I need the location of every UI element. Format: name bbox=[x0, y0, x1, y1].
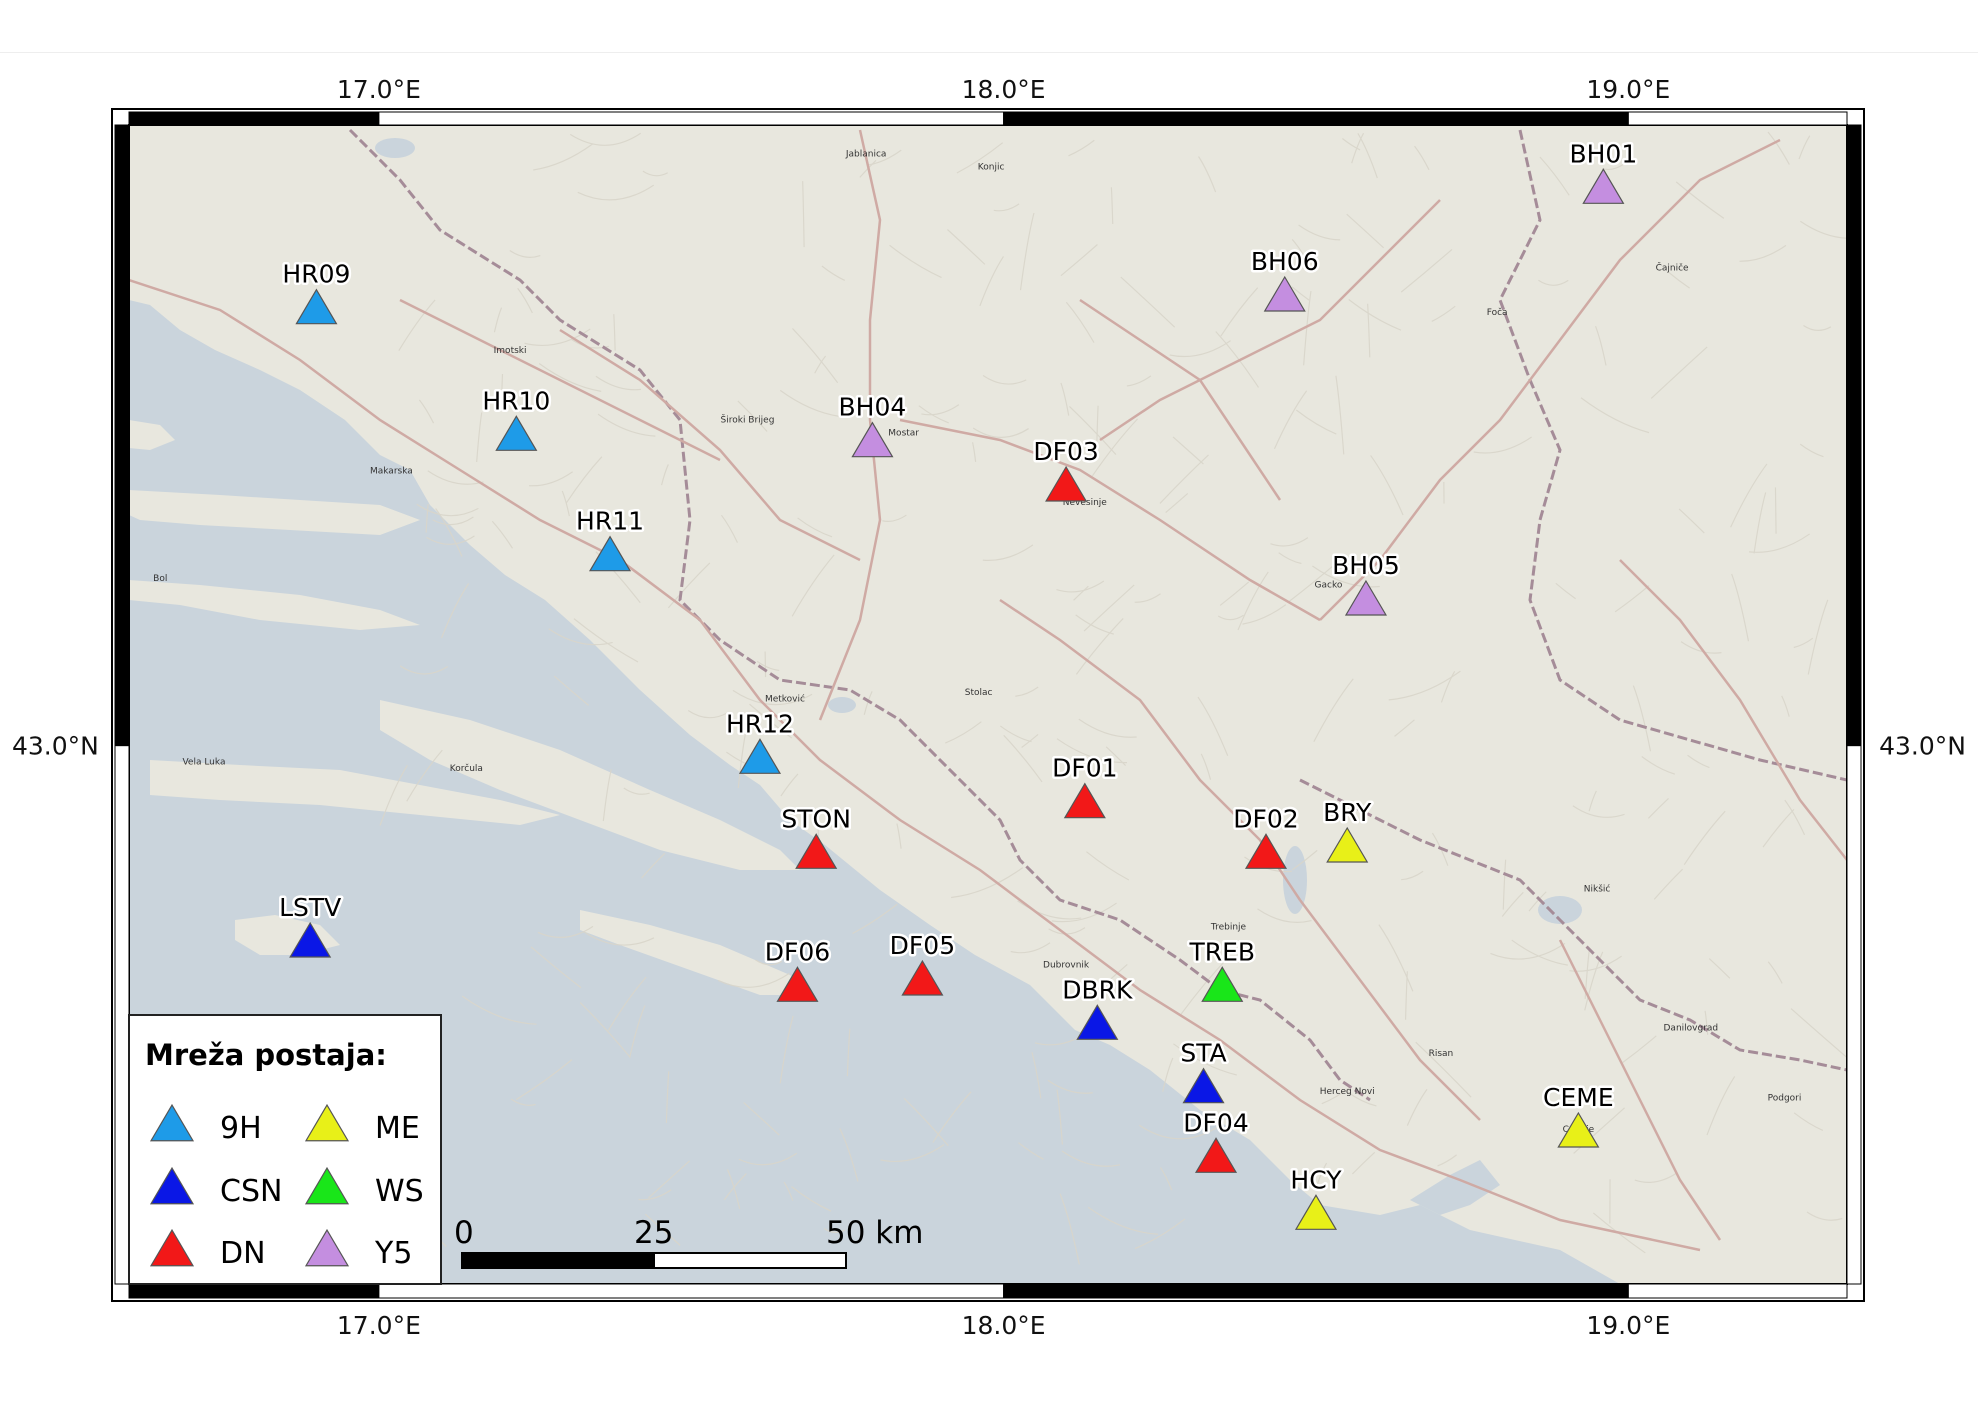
place-name: Dubrovnik bbox=[1043, 960, 1090, 970]
station-label: HCY bbox=[1290, 1165, 1342, 1194]
lon-label-top: 18.0°E bbox=[962, 75, 1046, 104]
station-label: CEME bbox=[1543, 1083, 1614, 1112]
frame-band-right bbox=[1846, 124, 1862, 747]
scale-segment-black bbox=[461, 1252, 655, 1269]
place-name: Danilovgrad bbox=[1664, 1024, 1719, 1034]
place-name: Vela Luka bbox=[182, 758, 225, 768]
frame-band-top bbox=[128, 111, 380, 126]
place-name: Podgori bbox=[1768, 1093, 1802, 1103]
station-label: DF01 bbox=[1052, 754, 1117, 783]
place-name: Herceg Novi bbox=[1320, 1087, 1375, 1097]
place-name: Foča bbox=[1487, 307, 1508, 318]
station-label: DF05 bbox=[890, 931, 955, 960]
station-label: DF03 bbox=[1033, 437, 1098, 466]
lon-label-top: 17.0°E bbox=[337, 75, 421, 104]
place-name: Nikšić bbox=[1584, 883, 1611, 894]
place-name: Jablanica bbox=[845, 150, 887, 160]
lon-label-bottom: 19.0°E bbox=[1586, 1311, 1670, 1340]
scale-label-0: 0 bbox=[454, 1215, 474, 1251]
place-name: Risan bbox=[1429, 1049, 1454, 1059]
legend-label: WS bbox=[375, 1174, 424, 1209]
frame-band-bottom bbox=[1627, 1283, 1848, 1299]
frame-band-bottom bbox=[378, 1283, 1005, 1299]
station-label: TREB bbox=[1188, 937, 1255, 966]
station-label: BH05 bbox=[1332, 551, 1400, 580]
legend-label: CSN bbox=[220, 1174, 282, 1209]
place-name: Stolac bbox=[965, 688, 993, 698]
legend-label: ME bbox=[375, 1111, 420, 1146]
frame-band-top bbox=[378, 111, 1005, 126]
station-label: HR10 bbox=[482, 386, 550, 415]
station-label: STON bbox=[781, 804, 851, 833]
station-label: HR11 bbox=[576, 507, 644, 536]
lon-label-bottom: 17.0°E bbox=[337, 1311, 421, 1340]
station-label: BH01 bbox=[1569, 139, 1637, 168]
station-label: STA bbox=[1180, 1039, 1226, 1068]
station-label: DBRK bbox=[1062, 975, 1133, 1004]
scale-label-25: 25 bbox=[634, 1215, 673, 1251]
station-label: LSTV bbox=[279, 893, 341, 922]
map-area[interactable]: Jablanica Konjic Imotski Široki Brijeg Mosta… bbox=[111, 108, 1868, 1302]
relief-line bbox=[1774, 487, 1777, 534]
legend-title: Mreža postaja: bbox=[145, 1038, 387, 1072]
station-label: HR09 bbox=[282, 260, 350, 289]
frame-band-left bbox=[114, 745, 130, 1285]
lake bbox=[375, 138, 415, 158]
place-name: Široki Brijeg bbox=[721, 414, 775, 426]
station-label: BH06 bbox=[1251, 247, 1319, 276]
frame-band-top bbox=[1003, 111, 1629, 126]
place-name: Bol bbox=[153, 574, 167, 584]
station-label: DF02 bbox=[1233, 804, 1298, 833]
place-name: Mostar bbox=[888, 428, 919, 438]
lat-label-left: 43.0°N bbox=[12, 732, 99, 761]
place-name: Imotski bbox=[494, 346, 527, 356]
place-name: Čajniče bbox=[1656, 262, 1689, 274]
legend-label: Y5 bbox=[374, 1236, 412, 1271]
station-label: DF06 bbox=[765, 937, 830, 966]
station-label: HR12 bbox=[726, 709, 794, 738]
station-label: BH04 bbox=[839, 393, 907, 422]
place-name: Korčula bbox=[450, 763, 483, 774]
place-name: Makarska bbox=[370, 466, 413, 476]
legend: Mreža postaja: 9H CSN DN ME WS Y5 bbox=[128, 1014, 442, 1285]
legend-label: DN bbox=[220, 1236, 266, 1271]
place-name: Metković bbox=[765, 693, 805, 704]
lat-label-right: 43.0°N bbox=[1879, 732, 1966, 761]
frame-band-bottom bbox=[128, 1283, 380, 1299]
lon-label-bottom: 18.0°E bbox=[962, 1311, 1046, 1340]
place-name: Konjic bbox=[978, 162, 1005, 172]
frame-band-left bbox=[114, 124, 130, 747]
station-label: DF04 bbox=[1183, 1108, 1248, 1137]
frame-band-right bbox=[1846, 745, 1862, 1285]
lon-label-top: 19.0°E bbox=[1586, 75, 1670, 104]
scale-segment-white bbox=[653, 1252, 847, 1269]
place-name: Gacko bbox=[1315, 580, 1343, 590]
legend-label: 9H bbox=[220, 1111, 262, 1146]
station-label: BRY bbox=[1323, 798, 1372, 827]
frame-band-bottom bbox=[1003, 1283, 1629, 1299]
map-figure[interactable]: Jablanica Konjic Imotski Široki Brijeg Mosta… bbox=[0, 0, 1978, 1411]
frame-band-top bbox=[1627, 111, 1848, 126]
lake bbox=[828, 697, 856, 713]
scale-label-50: 50 km bbox=[826, 1215, 923, 1251]
place-name: Trebinje bbox=[1210, 922, 1247, 932]
